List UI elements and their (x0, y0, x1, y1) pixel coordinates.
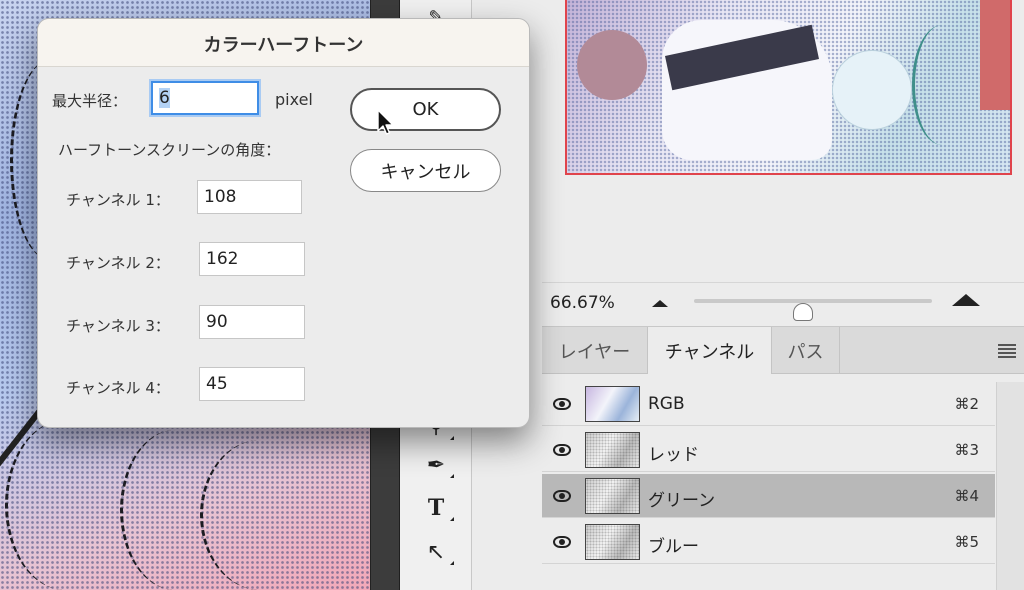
channel-name: RGB (648, 394, 685, 414)
channel-2-label: チャンネル 2： (66, 254, 170, 272)
zoom-slider[interactable] (694, 299, 932, 303)
palm-leaf-shape (5, 420, 125, 590)
channel-list: RGB ⌘2 レッド ⌘3 グリーン ⌘4 ブルー ⌘5 (542, 382, 1024, 590)
channel-name: ブルー (648, 537, 699, 557)
channel-thumbnail (585, 478, 640, 514)
tab-paths[interactable]: パス (772, 327, 840, 374)
channel-thumbnail (585, 386, 640, 422)
channel-4-input[interactable] (199, 367, 305, 401)
zoom-slider-thumb[interactable] (793, 303, 814, 321)
max-radius-value: 6 (159, 88, 170, 108)
eye-icon[interactable] (553, 398, 571, 410)
preview-heart-shape (577, 30, 647, 100)
panel-menu-icon[interactable] (998, 344, 1016, 358)
channel-3-label: チャンネル 3： (66, 317, 170, 335)
max-radius-unit: pixel (275, 90, 313, 109)
eye-icon[interactable] (553, 536, 571, 548)
zoom-value[interactable]: 66.67% (550, 293, 615, 313)
preview-balloon-shape (832, 50, 912, 130)
cancel-button[interactable]: キャンセル (350, 149, 501, 192)
tab-layers[interactable]: レイヤー (542, 327, 648, 374)
navigator-zoom-bar: 66.67% (542, 282, 1024, 324)
preview-frame-shape (980, 0, 1010, 110)
panel-scrollbar[interactable] (996, 382, 1024, 590)
channel-row-blue[interactable]: ブルー ⌘5 (542, 520, 995, 564)
channel-shortcut: ⌘2 (954, 395, 979, 413)
channel-4-label: チャンネル 4： (66, 379, 170, 397)
dialog-title: カラーハーフトーン (203, 35, 364, 56)
pen-tool-icon[interactable]: ✒ (422, 450, 454, 480)
screen-angles-label: ハーフトーンスクリーンの角度： (58, 141, 281, 159)
channel-row-rgb[interactable]: RGB ⌘2 (542, 382, 995, 426)
channel-shortcut: ⌘5 (954, 533, 979, 551)
channel-name: レッド (648, 445, 699, 465)
channel-row-green[interactable]: グリーン ⌘4 (542, 474, 995, 518)
channel-name: グリーン (648, 491, 716, 511)
max-radius-label: 最大半径： (52, 92, 128, 110)
zoom-in-icon[interactable] (952, 294, 980, 306)
zoom-out-icon[interactable] (652, 300, 668, 307)
color-halftone-dialog: カラーハーフトーン 最大半径： 6 pixel ハーフトーンスクリーンの角度： … (37, 18, 530, 428)
channel-1-label: チャンネル 1： (66, 191, 170, 209)
channel-3-input[interactable] (199, 305, 305, 339)
text-tool-icon[interactable]: T (422, 493, 454, 523)
panel-tabs: レイヤー チャンネル パス (542, 326, 1024, 374)
channel-row-red[interactable]: レッド ⌘3 (542, 428, 995, 472)
channel-2-input[interactable] (199, 242, 305, 276)
eye-icon[interactable] (553, 444, 571, 456)
palm-leaf-shape (200, 440, 320, 590)
navigator-preview[interactable] (565, 0, 1012, 175)
max-radius-input[interactable]: 6 (151, 81, 259, 115)
channel-1-input[interactable] (197, 180, 302, 214)
channel-shortcut: ⌘3 (954, 441, 979, 459)
channel-shortcut: ⌘4 (954, 487, 979, 505)
preview-palm-shape (912, 25, 972, 145)
path-selection-tool-icon[interactable]: ↖ (422, 537, 454, 567)
dialog-titlebar[interactable]: カラーハーフトーン (38, 19, 529, 67)
ok-button[interactable]: OK (350, 88, 501, 131)
tab-channels[interactable]: チャンネル (648, 327, 772, 374)
channel-thumbnail (585, 524, 640, 560)
eye-icon[interactable] (553, 490, 571, 502)
channel-thumbnail (585, 432, 640, 468)
